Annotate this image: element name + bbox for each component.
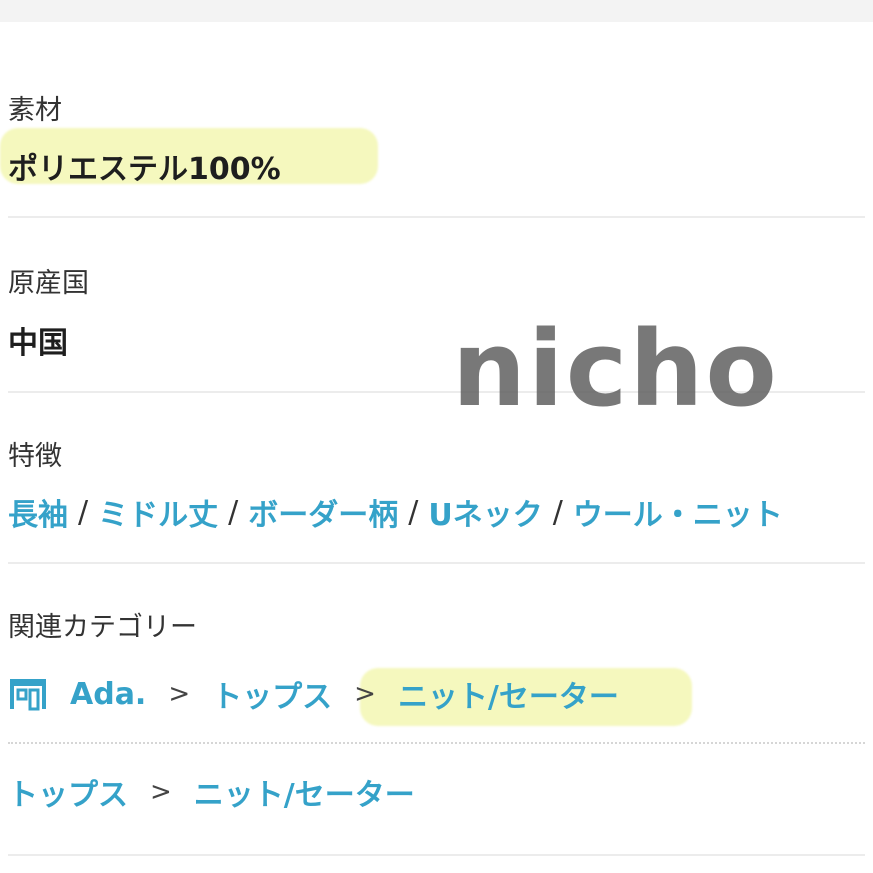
watermark: nicho [452, 308, 779, 430]
divider [8, 562, 865, 564]
breadcrumb-shop-link[interactable]: Ada. [70, 677, 146, 712]
dotted-divider [8, 742, 865, 744]
shop-icon [8, 677, 48, 711]
shop-category-breadcrumb: Ada. > トップス > ニット/セーター [8, 672, 619, 716]
top-bar [0, 0, 873, 22]
features-tag-list: 長袖 / ミドル丈 / ボーダー柄 / Uネック / ウール・ニット [8, 490, 783, 534]
breadcrumb-separator: > [150, 777, 172, 807]
material-label: 素材 [8, 95, 62, 126]
divider [8, 216, 865, 218]
divider [8, 854, 865, 856]
tag-separator: / [408, 494, 419, 530]
breadcrumb-tops-link[interactable]: トップス [212, 672, 332, 716]
material-value: ポリエステル100% [8, 152, 281, 187]
breadcrumb-knit-sweater-link[interactable]: ニット/セーター [194, 770, 415, 814]
feature-tag-long-sleeve[interactable]: 長袖 [8, 490, 68, 534]
features-label: 特徴 [8, 441, 62, 472]
tag-separator: / [78, 494, 89, 530]
tag-separator: / [228, 494, 239, 530]
feature-tag-u-neck[interactable]: Uネック [428, 490, 542, 534]
breadcrumb-separator: > [354, 679, 376, 709]
general-category-breadcrumb: トップス > ニット/セーター [8, 770, 415, 814]
origin-label: 原産国 [8, 268, 89, 299]
related-categories-label: 関連カテゴリー [8, 612, 197, 643]
breadcrumb-separator: > [168, 679, 191, 709]
feature-tag-middle-length[interactable]: ミドル丈 [98, 490, 218, 534]
tag-separator: / [552, 494, 563, 530]
feature-tag-wool-knit[interactable]: ウール・ニット [573, 490, 783, 534]
breadcrumb-knit-sweater-link[interactable]: ニット/セーター [398, 672, 619, 716]
origin-value: 中国 [8, 326, 68, 361]
product-details-page: 素材 ポリエステル100% 原産国 中国 nicho 特徴 長袖 / ミドル丈 … [0, 0, 873, 873]
breadcrumb-tops-link[interactable]: トップス [8, 770, 128, 814]
feature-tag-border-pattern[interactable]: ボーダー柄 [248, 490, 398, 534]
